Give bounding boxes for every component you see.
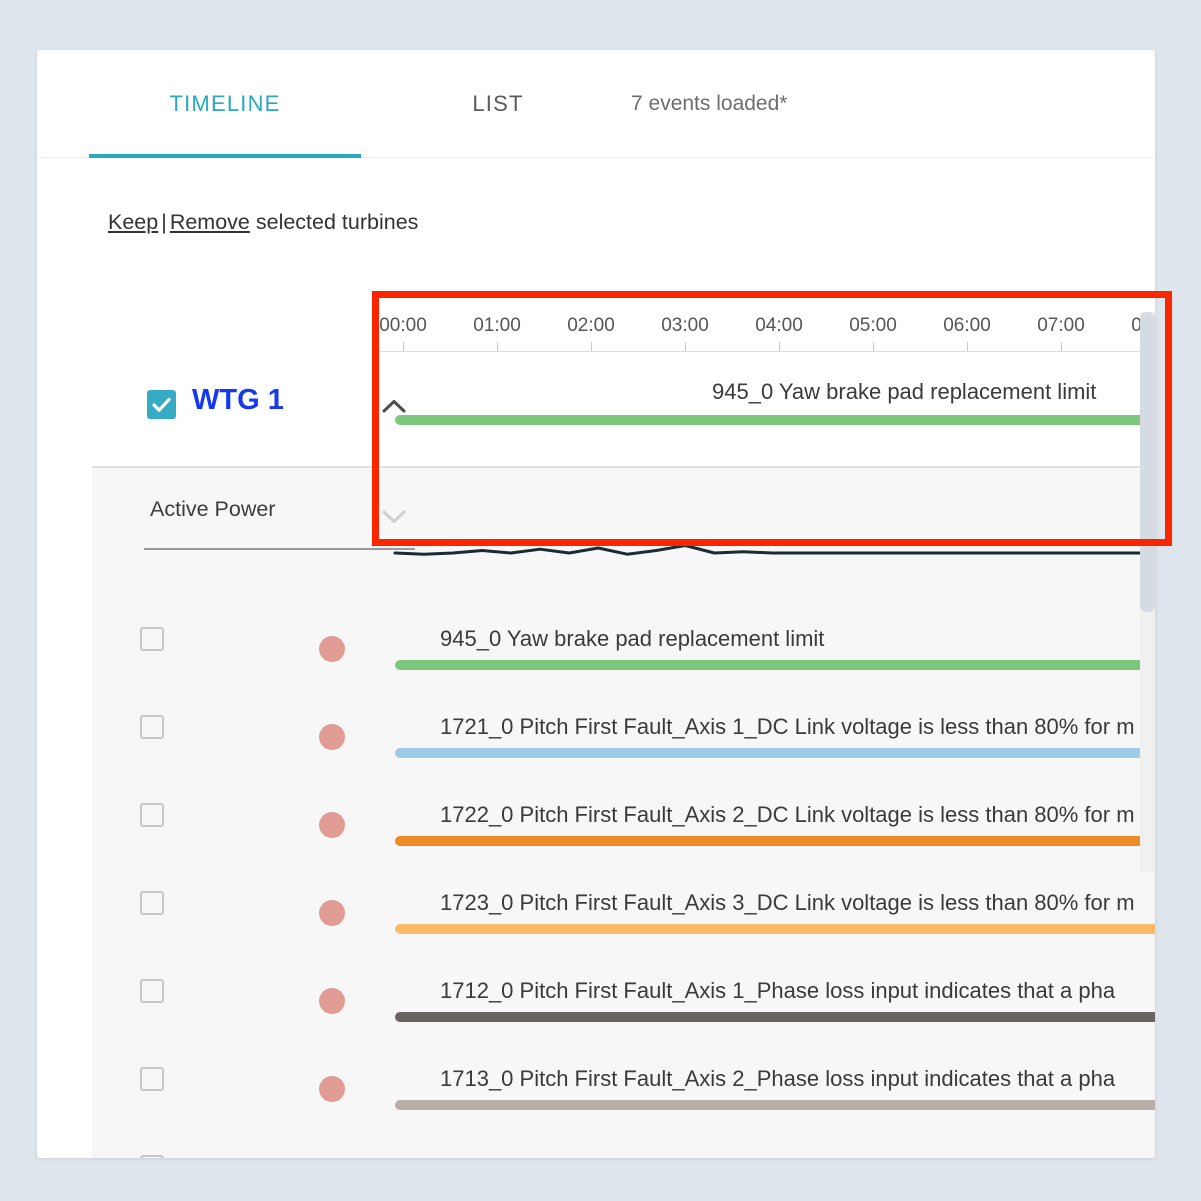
event-row[interactable]: 1714_0 Pitch First Fault_Axis 3_Phase lo… (92, 1126, 1155, 1158)
page-root: TIMELINE LIST 7 events loaded* Keep | Remo… (0, 0, 1201, 1201)
event-severity-dot (319, 988, 345, 1014)
event-row[interactable]: 1721_0 Pitch First Fault_Axis 1_DC Link … (92, 686, 1155, 774)
event-label: 1713_0 Pitch First Fault_Axis 2_Phase lo… (440, 1066, 1116, 1091)
event-severity-dot (319, 812, 345, 838)
event-row[interactable]: 1713_0 Pitch First Fault_Axis 2_Phase lo… (92, 1038, 1155, 1126)
event-row[interactable]: 1722_0 Pitch First Fault_Axis 2_DC Link … (92, 774, 1155, 862)
tab-active-indicator (89, 154, 361, 158)
remove-link[interactable]: Remove (170, 210, 250, 234)
filter-suffix-text: selected turbines (255, 210, 419, 234)
event-track: 1713_0 Pitch First Fault_Axis 2_Phase lo… (372, 1038, 1155, 1126)
filter-separator: | (161, 210, 167, 234)
time-axis-tick-label: 05:00 (849, 315, 897, 336)
event-duration-bar[interactable] (395, 1012, 1155, 1022)
event-label: 1723_0 Pitch First Fault_Axis 3_DC Link … (440, 890, 1135, 915)
active-power-plot (372, 468, 1155, 598)
timeline-content: 00:00 01:00 02:00 03:00 04:00 05:00 06:00 07:00… (92, 312, 1155, 1158)
tab-list[interactable]: LIST (408, 50, 588, 158)
time-axis-tick-label: 03:00 (661, 315, 709, 336)
event-track: 1722_0 Pitch First Fault_Axis 2_DC Link … (372, 774, 1155, 862)
turbine-checkbox[interactable] (147, 390, 176, 419)
signal-row-active-power: Active Power (92, 468, 1155, 598)
event-severity-dot (319, 724, 345, 750)
tab-list-label: LIST (472, 91, 524, 116)
time-axis-inner: 00:00 01:00 02:00 03:00 04:00 05:00 06:00 07:00… (372, 312, 1155, 352)
event-track: 1721_0 Pitch First Fault_Axis 1_DC Link … (372, 686, 1155, 774)
event-duration-bar[interactable] (395, 660, 1155, 670)
event-track: 945_0 Yaw brake pad replacement limit (372, 598, 1155, 686)
event-label: 1712_0 Pitch First Fault_Axis 1_Phase lo… (440, 978, 1116, 1003)
event-severity-dot (319, 636, 345, 662)
time-axis-tick-label: 01:00 (473, 315, 521, 336)
event-checkbox[interactable] (140, 715, 164, 739)
event-track: 1723_0 Pitch First Fault_Axis 3_DC Link … (372, 862, 1155, 950)
event-label: 1714_0 Pitch First Fault_Axis 3_Phase lo… (440, 1154, 1115, 1158)
time-axis-tick-label: 06:00 (943, 315, 991, 336)
event-duration-bar[interactable] (395, 836, 1155, 846)
event-list-scrollbar-thumb[interactable] (1140, 312, 1155, 612)
event-checkbox[interactable] (140, 891, 164, 915)
events-loaded-text: 7 events loaded* (631, 92, 788, 115)
time-axis-tick-label: 02:00 (567, 315, 615, 336)
event-checkbox[interactable] (140, 1067, 164, 1091)
time-axis: 00:00 01:00 02:00 03:00 04:00 05:00 06:00 07:00… (92, 312, 1155, 352)
event-severity-dot (319, 1076, 345, 1102)
turbine-header-row[interactable]: WTG 1 945_0 Yaw brake pad replacement li… (92, 352, 1155, 468)
event-label: 1722_0 Pitch First Fault_Axis 2_DC Link … (440, 802, 1135, 827)
event-checkbox[interactable] (140, 803, 164, 827)
event-row[interactable]: 1723_0 Pitch First Fault_Axis 3_DC Link … (92, 862, 1155, 950)
event-checkbox[interactable] (140, 979, 164, 1003)
highlighted-event-bar[interactable] (395, 415, 1155, 425)
timeline-card: TIMELINE LIST 7 events loaded* Keep | Remo… (37, 50, 1155, 1158)
event-checkbox[interactable] (140, 627, 164, 651)
event-row[interactable]: 945_0 Yaw brake pad replacement limit (92, 598, 1155, 686)
event-severity-dot (319, 900, 345, 926)
events-loaded-status: 7 events loaded* (631, 50, 787, 158)
event-track: 1714_0 Pitch First Fault_Axis 3_Phase lo… (372, 1126, 1155, 1158)
event-duration-bar[interactable] (395, 1100, 1155, 1110)
turbine-header-track: 945_0 Yaw brake pad replacement limit (372, 352, 1155, 468)
event-row[interactable]: 1712_0 Pitch First Fault_Axis 1_Phase lo… (92, 950, 1155, 1038)
event-list[interactable]: 945_0 Yaw brake pad replacement limit 172… (92, 598, 1155, 1158)
event-checkbox[interactable] (140, 1155, 164, 1158)
tab-timeline-label: TIMELINE (169, 91, 281, 116)
event-label: 1721_0 Pitch First Fault_Axis 1_DC Link … (440, 714, 1135, 739)
time-axis-tick-label: 00:00 (379, 315, 427, 336)
turbine-name-label[interactable]: WTG 1 (192, 384, 284, 417)
tab-bar: TIMELINE LIST 7 events loaded* (37, 50, 1155, 158)
time-axis-tick-label: 07:00 (1037, 315, 1085, 336)
highlighted-event-label: 945_0 Yaw brake pad replacement limit (712, 379, 1097, 404)
keep-link[interactable]: Keep (108, 210, 158, 234)
turbine-filter-row: Keep | Remove selected turbines (108, 210, 418, 235)
event-track: 1712_0 Pitch First Fault_Axis 1_Phase lo… (372, 950, 1155, 1038)
tab-timeline[interactable]: TIMELINE (89, 50, 361, 158)
event-duration-bar[interactable] (395, 748, 1155, 758)
event-label: 945_0 Yaw brake pad replacement limit (440, 626, 825, 651)
signal-name-label[interactable]: Active Power (150, 497, 275, 522)
event-duration-bar[interactable] (395, 924, 1155, 934)
time-axis-tick-label: 04:00 (755, 315, 803, 336)
